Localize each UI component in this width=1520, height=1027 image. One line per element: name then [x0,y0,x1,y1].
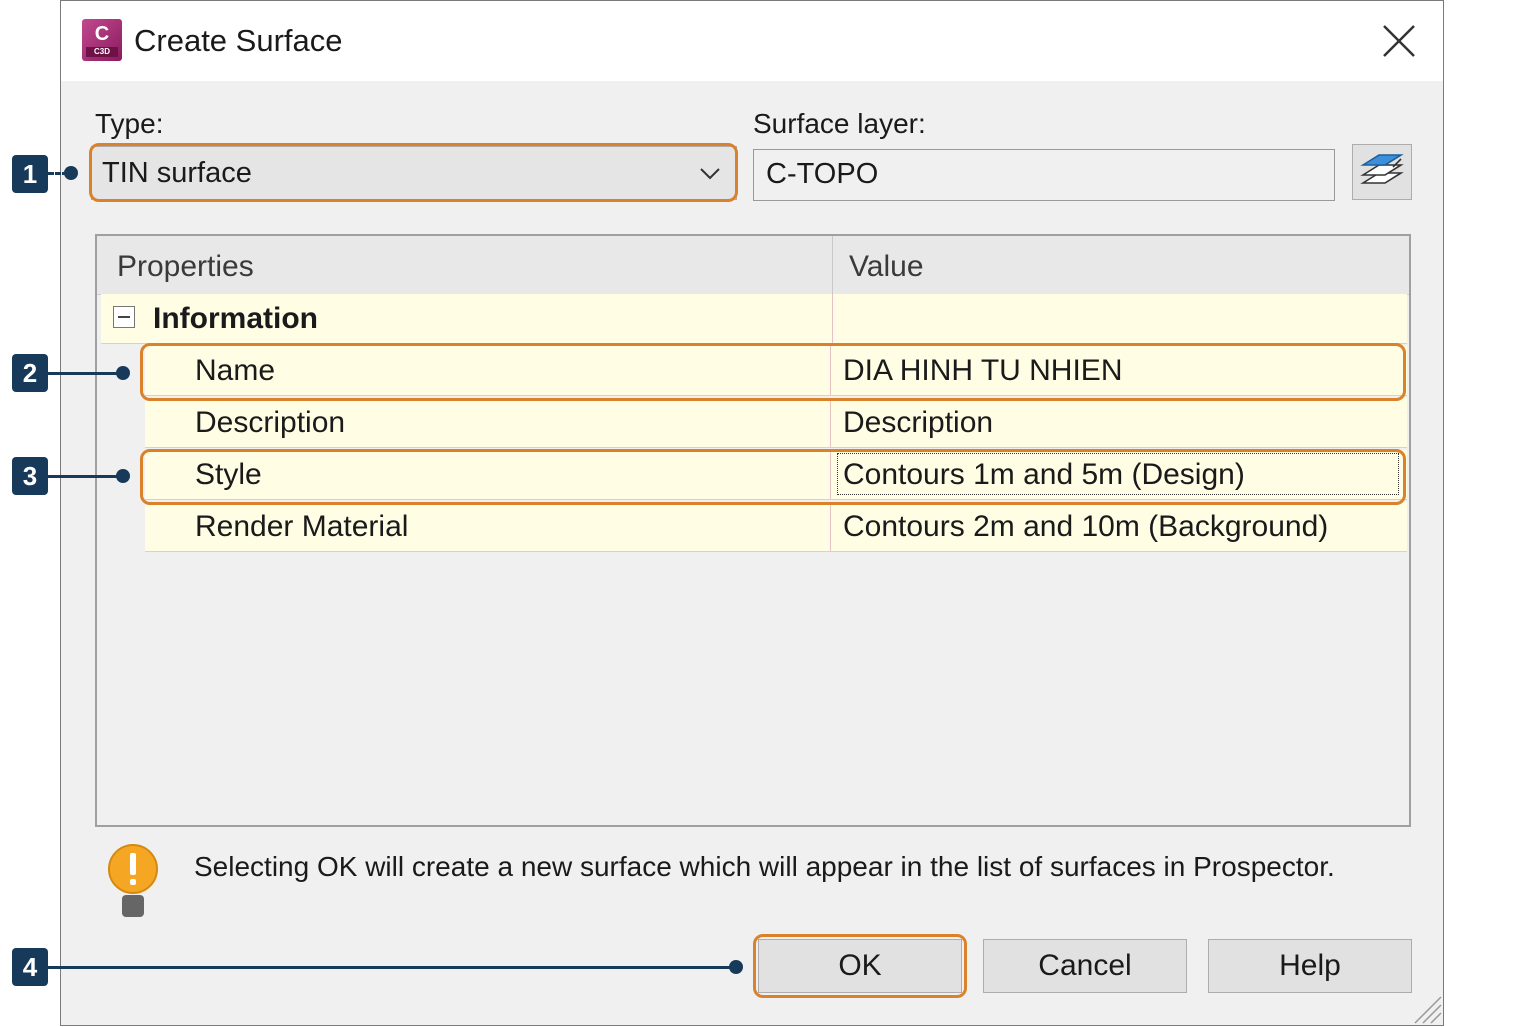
cell-divider [830,346,831,395]
column-divider [832,236,833,294]
civil3d-app-icon: C C3D [82,19,122,61]
app-icon-letter: C [94,23,110,45]
cancel-button[interactable]: Cancel [983,939,1187,993]
cell-divider [832,294,833,343]
property-description: Description [195,406,346,439]
callout-leader-3 [48,475,120,478]
group-row-information[interactable]: Information [101,294,1407,344]
callout-badge-3: 3 [12,457,48,495]
info-message: Selecting OK will create a new surface w… [194,851,1335,882]
callout-dot-1 [64,166,78,180]
table-row[interactable]: Render Material Contours 2m and 10m (Bac… [145,502,1407,552]
create-surface-dialog: C C3D Create Surface Type: TIN surface S… [60,0,1444,1026]
lightbulb-icon [108,844,158,917]
property-value[interactable]: DIA HINH TU NHIEN [843,354,1122,388]
close-button[interactable] [1381,23,1417,59]
group-title: Information [153,302,318,335]
callout-dot-2 [116,366,130,380]
collapse-toggle-icon[interactable] [113,306,135,328]
property-render-material: Render Material [195,510,409,543]
surface-layer-field[interactable]: C-TOPO [753,149,1335,201]
callout-leader-2 [48,372,120,375]
cell-divider [830,502,831,551]
callout-dot-3 [116,469,130,483]
grid-header: Properties Value [97,236,1409,295]
window-title: Create Surface [134,23,343,58]
callout-dot-4 [729,960,743,974]
type-dropdown[interactable]: TIN surface [91,146,737,200]
table-row[interactable]: Name DIA HINH TU NHIEN [145,346,1407,396]
layer-select-button[interactable] [1352,144,1412,200]
type-dropdown-value: TIN surface [102,157,252,189]
column-header-properties: Properties [117,250,254,283]
type-label: Type: [95,108,164,139]
cell-divider [830,398,831,447]
callout-leader-4 [48,966,734,969]
chevron-down-icon [700,168,720,180]
close-icon [1383,25,1415,57]
table-row[interactable]: Style Contours 1m and 5m (Design) [145,450,1407,500]
app-icon-sub: C3D [86,47,118,57]
properties-grid: Properties Value Information Name DIA HI… [95,234,1411,827]
table-row[interactable]: Description Description [145,398,1407,448]
property-name: Name [195,354,276,387]
property-value[interactable]: Contours 1m and 5m (Design) [843,458,1245,492]
property-style: Style [195,458,262,491]
callout-badge-4: 4 [12,948,48,986]
property-value[interactable]: Description [843,406,993,440]
callout-badge-1: 1 [12,155,48,193]
column-header-value: Value [849,250,924,283]
surface-layer-label: Surface layer: [753,108,926,139]
cell-divider [830,450,831,499]
layers-icon [1360,154,1404,184]
ok-button[interactable]: OK [758,939,962,993]
title-bar: C C3D Create Surface [61,1,1443,81]
surface-layer-value: C-TOPO [766,158,879,190]
property-value[interactable]: Contours 2m and 10m (Background) [843,510,1328,544]
callout-badge-2: 2 [12,354,48,392]
resize-grip-icon[interactable] [1409,991,1443,1025]
help-button[interactable]: Help [1208,939,1412,993]
